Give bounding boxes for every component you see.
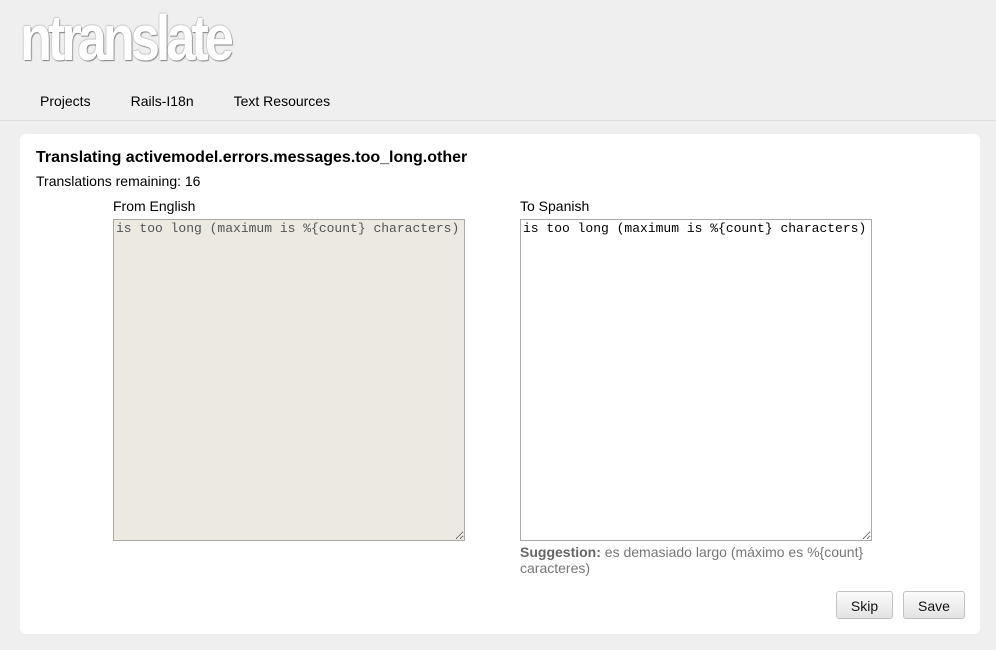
page-title: Translating activemodel.errors.messages.… [36,149,468,166]
suggestion-text: Suggestion: es demasiado largo (máximo e… [520,544,880,576]
skip-button[interactable]: Skip [836,591,893,619]
app-header: ntranslate Projects Rails-I18n Text Reso… [0,0,996,121]
header-divider [0,120,996,121]
save-button[interactable]: Save [903,591,965,619]
translations-remaining: Translations remaining: 16 [36,173,201,189]
app-logo[interactable]: ntranslate [20,2,234,74]
main-nav: Projects Rails-I18n Text Resources [20,88,350,114]
translation-panel: Translating activemodel.errors.messages.… [20,134,980,634]
translation-text-field[interactable]: is too long (maximum is %{count} charact… [520,219,872,541]
source-language-label: From English [113,198,196,214]
nav-item-projects[interactable]: Projects [20,88,111,114]
suggestion-label: Suggestion: [520,544,601,560]
target-language-label: To Spanish [520,198,590,214]
nav-item-text-resources[interactable]: Text Resources [214,88,350,114]
nav-item-rails-i18n[interactable]: Rails-I18n [111,88,214,114]
source-text-field[interactable]: is too long (maximum is %{count} charact… [113,219,465,541]
